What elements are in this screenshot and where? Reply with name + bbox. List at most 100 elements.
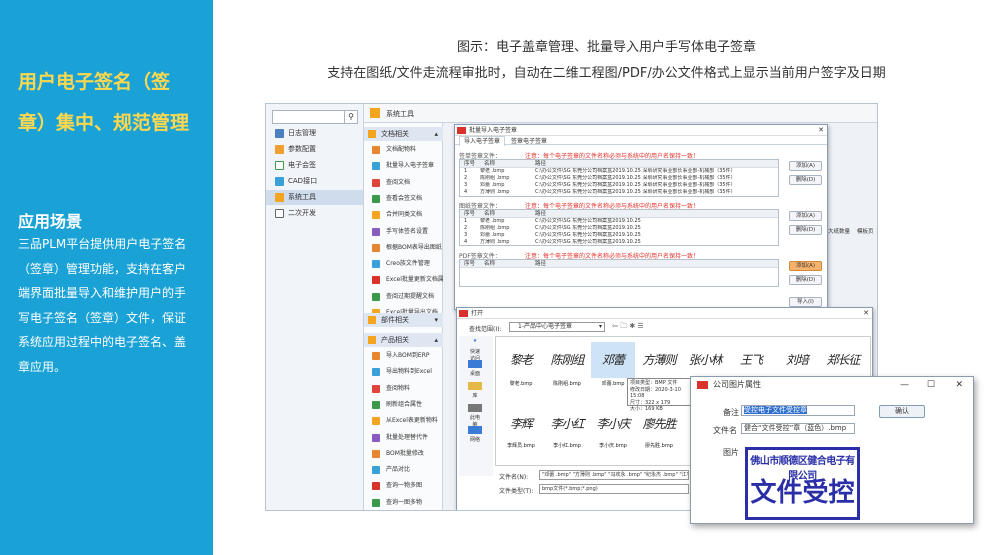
place-pc[interactable]: 此电脑: [468, 414, 482, 428]
menu-item[interactable]: 批量导入电子签章: [364, 159, 443, 173]
signature-thumbnail[interactable]: 李小庆: [591, 406, 635, 442]
tab-import[interactable]: 导入电子签章: [459, 136, 506, 146]
table-row[interactable]: 2 陈刚组 .bmp C:\办公文件\SG 东莞分公司档案盒2019.10.25: [460, 225, 778, 232]
filename-input[interactable]: "邓蕾 .bmp" "方薄则 .bmp" "冯欢永 .bmp" "纪永杰 .bm…: [539, 470, 689, 480]
signature-thumbnail[interactable]: 黎老: [499, 342, 543, 378]
menu-item[interactable]: 查看会签文档: [364, 192, 443, 206]
table-row[interactable]: 4 方薄则 .bmp C:\办公文件\SG 东莞分公司档案盒2019.10.25 深…: [460, 189, 778, 196]
tab-stamp[interactable]: 签章电子签章: [507, 137, 551, 146]
network-icon[interactable]: [468, 426, 482, 434]
note-label: 备注: [723, 408, 739, 417]
caption-desc: 支持在图纸/文件走流程审批时，自动在二维工程图/PDF/办公文件格式上显示当前用…: [327, 66, 886, 81]
menu-group-parts[interactable]: 部件相关 ▾: [364, 313, 443, 327]
library-icon[interactable]: [468, 382, 482, 390]
filename-input[interactable]: 健合“文件受控”章（蓝色）.bmp: [741, 423, 855, 434]
signature-thumbnail[interactable]: 刘培: [775, 342, 819, 378]
signature-thumbnail[interactable]: 邓蕾: [591, 342, 635, 378]
menu-item[interactable]: 查阅物料: [364, 382, 443, 396]
delete-button[interactable]: 删除(D): [789, 225, 822, 235]
file-list[interactable]: 序号 名称 路径 1 黎老 .bmp C:\办公文件\SG 东莞分公司档案盒2019.1…: [459, 159, 779, 197]
menu-item[interactable]: 合并同类文档: [364, 208, 443, 222]
dev-icon: [275, 209, 284, 218]
menu-item-icon: [372, 482, 380, 491]
place-network[interactable]: 网络: [468, 436, 482, 446]
signature-thumbnail[interactable]: 张小林: [683, 342, 727, 378]
lookin-select[interactable]: 1-产品中心电子签章 ▾: [509, 322, 605, 332]
file-list[interactable]: 序号 名称 路径 1 黎老 .bmp C:\办公文件\SG 东莞分公司档案盒2019.1…: [459, 209, 779, 246]
menu-item-icon: [372, 211, 380, 220]
menu-group-docs[interactable]: 文档相关 ▴: [364, 127, 443, 141]
menu-item[interactable]: 手写体签名设置: [364, 225, 443, 239]
star-icon[interactable]: ★: [468, 338, 482, 348]
nav-item-params[interactable]: 参数配置: [266, 142, 363, 157]
table-row[interactable]: 3 邓蕾 .bmp C:\办公文件\SG 东莞分公司档案盒2019.10.25: [460, 232, 778, 239]
menu-item[interactable]: BOM批量修改: [364, 447, 443, 461]
signature-thumbnail[interactable]: 方薄则: [637, 342, 681, 378]
delete-button[interactable]: 删除(D): [789, 275, 822, 285]
close-icon[interactable]: ✕: [955, 377, 963, 393]
tools-icon: [370, 108, 380, 118]
menu-item[interactable]: 查阅过期提醒文档: [364, 290, 443, 304]
signature-thumbnail[interactable]: 李辉: [499, 406, 543, 442]
nav-item-tools[interactable]: 系统工具: [266, 190, 363, 205]
menu-item-icon: [372, 498, 380, 507]
menu-item[interactable]: 文档配物料: [364, 143, 443, 157]
add-button[interactable]: 添加(A): [789, 161, 822, 171]
file-name-label: 李小庆.bmp: [599, 443, 627, 449]
picture-label: 图片: [723, 448, 739, 457]
file-list[interactable]: 序号 名称 路径: [459, 259, 779, 287]
signature-thumbnail[interactable]: 郑长征: [821, 342, 865, 378]
place-library[interactable]: 库: [468, 392, 482, 402]
table-row[interactable]: 2 陈刚组 .bmp C:\办公文件\SG 东莞分公司档案盒2019.10.25 深…: [460, 175, 778, 182]
search-icon[interactable]: ⚲: [344, 111, 357, 123]
table-row[interactable]: 3 邓蕾 .bmp C:\办公文件\SG 东莞分公司档案盒2019.10.25 深圳…: [460, 182, 778, 189]
table-row[interactable]: 1 黎老 .bmp C:\办公文件\SG 东莞分公司档案盒2019.10.25: [460, 218, 778, 225]
import-button[interactable]: 导入(I): [789, 297, 822, 307]
desktop-icon[interactable]: [468, 360, 482, 368]
menu-item[interactable]: Creo族文件管理: [364, 257, 443, 271]
menu-item[interactable]: 刷新组合属性: [364, 398, 443, 412]
menu-item[interactable]: 查询一物多图: [364, 479, 443, 493]
place-quick[interactable]: 快速访问: [468, 348, 482, 362]
toolbar: 系统工具: [364, 104, 877, 123]
nav-icons[interactable]: ⇦ 🗀 ✱ ☰: [612, 322, 644, 333]
tool-menu: 文档相关 ▴ 文档配物料批量导入电子签章 查阅文档查看会签文档 合并同类文档 手写体签名…: [364, 123, 443, 510]
place-desktop[interactable]: 桌面: [468, 370, 482, 380]
filetype-select[interactable]: bmp文件(*.bmp;*.png): [539, 484, 689, 494]
expand-icon: ▾: [434, 316, 438, 324]
nav-item-dev[interactable]: 二次开发: [266, 206, 363, 221]
computer-icon[interactable]: [468, 404, 482, 412]
delete-button[interactable]: 删除(D): [789, 175, 822, 185]
menu-item[interactable]: 查询一图多物: [364, 496, 443, 510]
menu-item-icon: [372, 227, 380, 236]
menu-item[interactable]: 批量处理替代件: [364, 431, 443, 445]
dialog-titlebar: 打开 ✕: [457, 308, 872, 319]
menu-item[interactable]: Excel批量更新文档属性: [364, 273, 443, 287]
signature-thumbnail[interactable]: 陈刚组: [545, 342, 589, 378]
minimize-icon[interactable]: —: [900, 377, 909, 393]
signature-thumbnail[interactable]: 李小红: [545, 406, 589, 442]
maximize-icon[interactable]: ☐: [927, 377, 935, 393]
app-logo-icon: [697, 381, 708, 389]
menu-item[interactable]: 导出物料到Excel: [364, 365, 443, 379]
confirm-button[interactable]: 确认: [879, 405, 925, 418]
add-button[interactable]: 添加(A): [789, 261, 822, 271]
table-row[interactable]: 4 方薄则 .bmp C:\办公文件\SG 东莞分公司档案盒2019.10.25: [460, 239, 778, 246]
signature-thumbnail[interactable]: 王飞: [729, 342, 773, 378]
app-logo-icon: [457, 127, 466, 134]
menu-item[interactable]: 从Excel表更新物料: [364, 414, 443, 428]
menu-item[interactable]: 导入BOM到ERP: [364, 349, 443, 363]
add-button[interactable]: 添加(A): [789, 211, 822, 221]
note-input[interactable]: 受控电子文件受控章: [741, 405, 855, 416]
nav-search-input[interactable]: ⚲: [272, 110, 358, 124]
menu-group-products[interactable]: 产品相关 ▴: [364, 333, 443, 347]
close-icon[interactable]: ✕: [863, 308, 869, 319]
close-icon[interactable]: ✕: [818, 125, 824, 136]
nav-item-sign[interactable]: 电子会签: [266, 158, 363, 173]
nav-item-log[interactable]: 日志管理: [266, 126, 363, 141]
table-row[interactable]: 1 黎老 .bmp C:\办公文件\SG 东莞分公司档案盒2019.10.25 深圳…: [460, 168, 778, 175]
menu-item[interactable]: 根据BOM表导出图纸: [364, 241, 443, 255]
nav-item-cad[interactable]: CAD接口: [266, 174, 363, 189]
menu-item[interactable]: 查阅文档: [364, 176, 443, 190]
menu-item[interactable]: 产品对比: [364, 463, 443, 477]
